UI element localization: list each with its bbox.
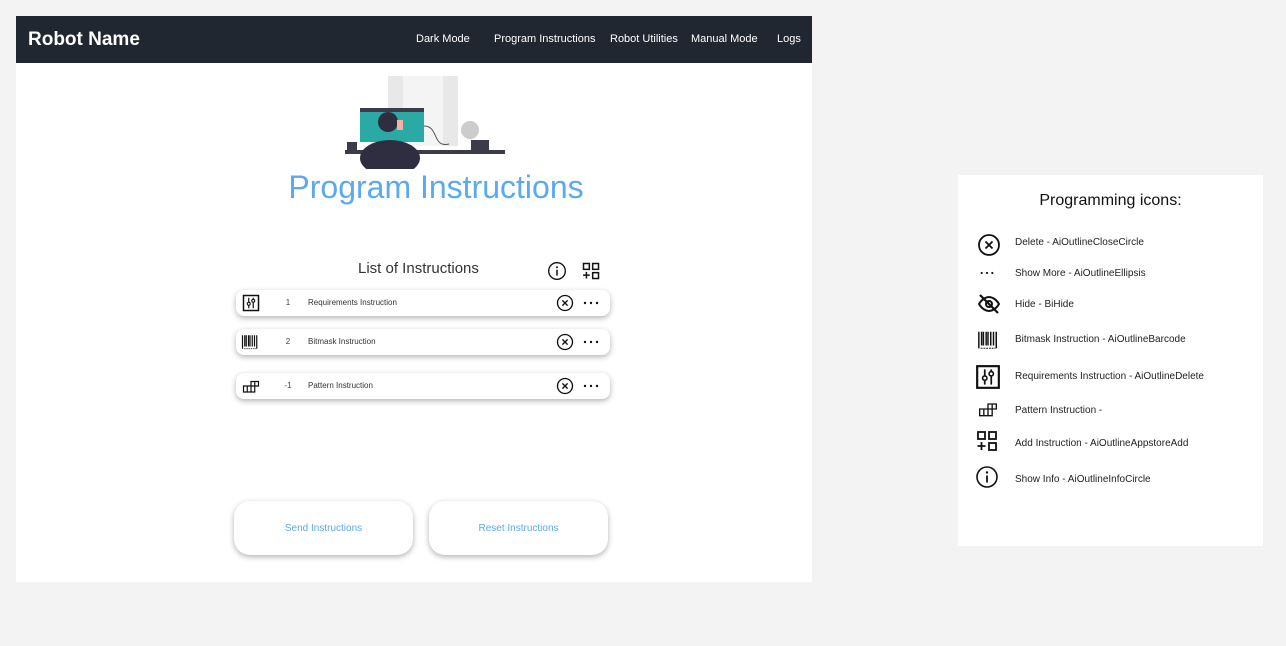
close-circle-icon	[977, 233, 1001, 257]
instruction-row[interactable]: 1 Requirements Instruction	[236, 290, 610, 316]
legend-item: Show Info - AiOutlineInfoCircle	[1015, 474, 1151, 485]
requirements-icon	[975, 364, 1001, 390]
brand[interactable]: Robot Name	[28, 29, 140, 51]
nav-robot-utilities[interactable]: Robot Utilities	[610, 33, 678, 45]
main-panel: Robot Name Dark Mode Program Instruction…	[16, 16, 812, 582]
navbar: Robot Name Dark Mode Program Instruction…	[16, 16, 812, 63]
appstore-add-icon	[975, 429, 999, 453]
legend-item: Bitmask Instruction - AiOutlineBarcode	[1015, 334, 1186, 345]
legend-item: Add Instruction - AiOutlineAppstoreAdd	[1015, 438, 1189, 449]
legend-title: Programming icons:	[1039, 192, 1182, 209]
programmer-illustration	[345, 76, 505, 169]
instruction-label: Bitmask Instruction	[308, 337, 376, 346]
list-title: List of Instructions	[358, 260, 479, 277]
legend-item: Requirements Instruction - AiOutlineDele…	[1015, 371, 1204, 382]
show-more-icon[interactable]	[582, 333, 600, 351]
requirements-icon	[242, 294, 260, 312]
instruction-number: -1	[284, 381, 292, 390]
instruction-row[interactable]: 2 Bitmask Instruction	[236, 329, 610, 355]
legend-item: Pattern Instruction -	[1015, 405, 1103, 416]
legend-item: Hide - BiHide	[1015, 299, 1074, 310]
instruction-number: 1	[285, 298, 291, 307]
page-title: Program Instructions	[288, 169, 584, 205]
delete-icon[interactable]	[556, 333, 574, 351]
instruction-row[interactable]: -1 Pattern Instruction	[236, 373, 610, 399]
info-circle-icon[interactable]	[547, 261, 567, 281]
ellipsis-icon	[977, 265, 997, 281]
nav-dark-mode[interactable]: Dark Mode	[416, 33, 470, 45]
delete-icon[interactable]	[556, 294, 574, 312]
nav-program-instructions[interactable]: Program Instructions	[494, 33, 595, 45]
nav-manual-mode[interactable]: Manual Mode	[691, 33, 758, 45]
nav-logs[interactable]: Logs	[777, 33, 801, 45]
instruction-number: 2	[285, 337, 291, 346]
delete-icon[interactable]	[556, 377, 574, 395]
add-instruction-icon[interactable]	[581, 261, 601, 281]
instruction-label: Pattern Instruction	[308, 381, 373, 390]
barcode-icon	[976, 329, 1000, 351]
show-more-icon[interactable]	[582, 377, 600, 395]
pattern-icon	[241, 377, 261, 395]
instruction-label: Requirements Instruction	[308, 298, 397, 307]
show-more-icon[interactable]	[582, 294, 600, 312]
icon-legend-panel: Programming icons: Delete - AiOutlineClo…	[958, 175, 1263, 546]
info-circle-icon	[975, 465, 999, 489]
barcode-icon	[240, 333, 260, 351]
hide-icon	[977, 292, 1001, 316]
send-instructions-button[interactable]: Send Instructions	[234, 501, 413, 555]
legend-item: Show More - AiOutlineEllipsis	[1015, 268, 1146, 279]
reset-instructions-button[interactable]: Reset Instructions	[429, 501, 608, 555]
pattern-icon	[976, 399, 1000, 419]
legend-item: Delete - AiOutlineCloseCircle	[1015, 237, 1144, 248]
